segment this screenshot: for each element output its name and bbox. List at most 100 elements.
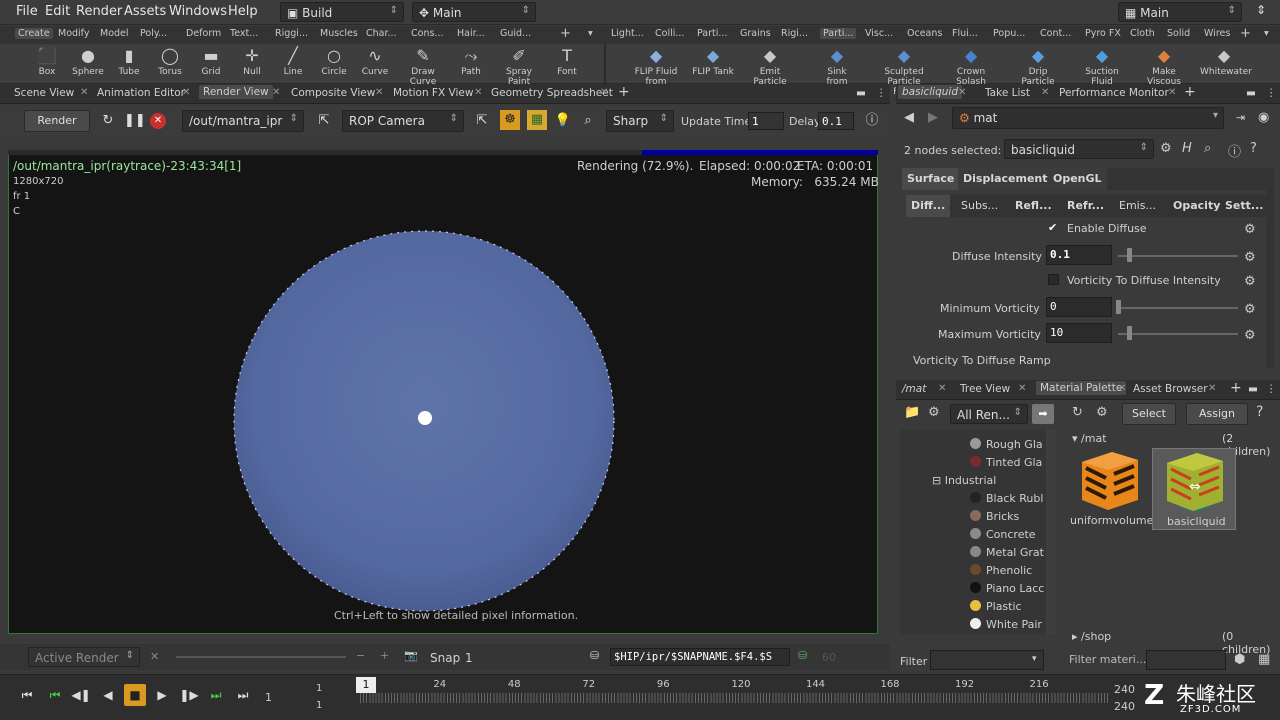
sharpness-dropdown[interactable]: Sharp ⇕ bbox=[606, 110, 674, 132]
shelf-tab[interactable]: Parti... bbox=[697, 28, 727, 39]
help-icon[interactable]: ? bbox=[1256, 404, 1263, 420]
output-driver-dropdown[interactable]: /out/mantra_ipr ⇕ bbox=[182, 110, 304, 132]
snap-save-icon[interactable]: ⛁ bbox=[798, 649, 807, 662]
tool-whitewater[interactable]: ◆ Whitewater bbox=[1200, 44, 1252, 77]
tab-opengl[interactable]: OpenGL bbox=[1048, 168, 1107, 190]
end-frame[interactable]: 240 bbox=[1114, 683, 1135, 696]
sidebar-toggle-icon[interactable]: ⇕ bbox=[1256, 3, 1266, 17]
shelf-tab[interactable]: Text... bbox=[230, 28, 258, 39]
close-icon[interactable]: ✕ bbox=[1041, 87, 1049, 98]
tab-settings[interactable]: Sett... bbox=[1220, 195, 1268, 217]
right-desktop-dropdown[interactable]: ▦ Main ⇕ bbox=[1118, 2, 1242, 22]
tab-subsurface[interactable]: Subs... bbox=[956, 195, 1003, 217]
shelf-tab[interactable]: Pyro FX bbox=[1085, 28, 1121, 39]
menu-render[interactable]: Render bbox=[76, 4, 122, 19]
tab-performance-monitor[interactable]: Performance Monitor bbox=[1059, 87, 1169, 99]
renderer-filter-dropdown[interactable]: All Ren... ⇕ bbox=[950, 404, 1028, 424]
add-tab-icon[interactable]: + bbox=[618, 84, 630, 100]
shelf-tab[interactable]: Flui... bbox=[952, 28, 978, 39]
slider-knob[interactable] bbox=[1127, 248, 1132, 262]
prev-key-icon[interactable]: ⏮ bbox=[44, 684, 66, 706]
folder-icon[interactable]: 📁 bbox=[904, 405, 920, 420]
slider-knob[interactable] bbox=[1116, 300, 1121, 314]
desktop-dropdown[interactable]: ▣ Build ⇕ bbox=[280, 2, 404, 22]
shelf-tab[interactable]: Deform bbox=[186, 28, 221, 39]
light-icon[interactable]: 💡 bbox=[553, 111, 573, 131]
vorticity-checkbox[interactable] bbox=[1048, 274, 1059, 285]
shelf-tab[interactable]: Char... bbox=[366, 28, 397, 39]
add-tab-icon[interactable]: + bbox=[1184, 84, 1196, 100]
shelf-tab[interactable]: Rigi... bbox=[781, 28, 808, 39]
add-shelf-icon[interactable]: + bbox=[1240, 26, 1251, 41]
tab-mat[interactable]: /mat bbox=[902, 383, 926, 395]
shelf-tab[interactable]: Riggi... bbox=[275, 28, 308, 39]
tab-tree-view[interactable]: Tree View bbox=[960, 383, 1010, 395]
min-vorticity-field[interactable]: 0 bbox=[1046, 297, 1112, 317]
shelf-tab[interactable]: Create bbox=[15, 28, 53, 39]
tool-line[interactable]: ╱ Line bbox=[270, 44, 316, 77]
region-toggle-icon[interactable]: ▦ bbox=[527, 110, 547, 130]
tab-scene-view[interactable]: Scene View bbox=[14, 87, 74, 99]
chevron-down-icon[interactable]: ▾ bbox=[1032, 654, 1037, 664]
next-key-icon[interactable]: ⏭ bbox=[205, 684, 227, 706]
collapse-icon[interactable]: ⊟ bbox=[932, 474, 945, 487]
add-shelf-icon[interactable]: + bbox=[560, 26, 571, 41]
refresh-icon[interactable]: ↻ bbox=[1072, 405, 1083, 420]
help-icon[interactable]: ⓘ bbox=[862, 111, 882, 131]
tool-font[interactable]: T Font bbox=[544, 44, 590, 77]
tab-geometry-spreadsheet[interactable]: Geometry Spreadsheet bbox=[491, 87, 613, 99]
pane-menu-icon[interactable]: ⋮ bbox=[876, 87, 887, 99]
pause-icon[interactable]: ❚❚ bbox=[124, 111, 146, 131]
tree-item[interactable]: Tinted Gla bbox=[970, 456, 1042, 469]
close-icon[interactable]: ✕ bbox=[1168, 87, 1176, 98]
max-vorticity-slider[interactable] bbox=[1118, 333, 1238, 335]
tool-circle[interactable]: ○ Circle bbox=[311, 44, 357, 77]
camera-dropdown[interactable]: ROP Camera ⇕ bbox=[342, 110, 464, 132]
tool-sphere[interactable]: ● Sphere bbox=[65, 44, 111, 77]
active-render-dropdown[interactable]: Active Render ⇕ bbox=[28, 647, 140, 667]
chevron-down-icon[interactable]: ▾ bbox=[588, 28, 593, 39]
max-vorticity-field[interactable]: 10 bbox=[1046, 323, 1112, 343]
shelf-tab[interactable]: Cons... bbox=[411, 28, 443, 39]
tab-reflect[interactable]: Refl... bbox=[1010, 195, 1057, 217]
close-icon[interactable]: ✕ bbox=[600, 87, 608, 98]
play-icon[interactable]: ▶ bbox=[151, 684, 173, 706]
snapshot-slider[interactable] bbox=[176, 656, 346, 658]
shelf-tab[interactable]: Poly... bbox=[140, 28, 167, 39]
tool-grid[interactable]: ▬ Grid bbox=[188, 44, 234, 77]
selection-dropdown[interactable]: basicliquid ⇕ bbox=[1004, 139, 1154, 159]
tab-take-list[interactable]: Take List bbox=[985, 87, 1030, 99]
tab-emission[interactable]: Emis... bbox=[1114, 195, 1161, 217]
step-forward-icon[interactable]: ❚▶ bbox=[178, 684, 200, 706]
close-icon[interactable]: ✕ bbox=[1018, 383, 1026, 394]
tab-motion-fx-view[interactable]: Motion FX View bbox=[393, 87, 473, 99]
shelf-tab[interactable]: Light... bbox=[611, 28, 644, 39]
tree-item[interactable]: Bricks bbox=[970, 510, 1019, 523]
save-icon[interactable]: ⛁ bbox=[590, 649, 599, 662]
shelf-tab[interactable]: Popu... bbox=[993, 28, 1025, 39]
menu-windows[interactable]: Windows bbox=[169, 4, 227, 19]
shelf-tab[interactable]: Wires bbox=[1204, 28, 1230, 39]
shelf-tab[interactable]: Cloth bbox=[1130, 28, 1155, 39]
tool-tube[interactable]: ▮ Tube bbox=[106, 44, 152, 77]
stop-icon[interactable]: ■ bbox=[124, 684, 146, 706]
menu-assets[interactable]: Assets bbox=[124, 4, 166, 19]
shelf-tab[interactable]: Hair... bbox=[457, 28, 485, 39]
close-icon[interactable]: ✕ bbox=[272, 87, 280, 98]
snap-path-field[interactable]: $HIP/ipr/$SNAPNAME.$F4.$S bbox=[610, 648, 790, 666]
stop-render-icon[interactable]: ✕ bbox=[150, 113, 166, 129]
assign-button[interactable]: Assign bbox=[1186, 403, 1248, 425]
tab-refract[interactable]: Refr... bbox=[1062, 195, 1109, 217]
gear-icon[interactable]: ⚙ bbox=[1244, 250, 1256, 265]
tab-diffuse[interactable]: Diff... bbox=[906, 195, 951, 217]
delay-field[interactable]: 0.1 bbox=[818, 112, 854, 130]
close-icon[interactable]: ✕ bbox=[1208, 383, 1216, 394]
diffuse-intensity-slider[interactable] bbox=[1118, 255, 1238, 257]
close-icon[interactable]: ✕ bbox=[474, 87, 482, 98]
pane-menu-icon[interactable]: ⋮ bbox=[1266, 383, 1277, 395]
diffuse-intensity-field[interactable]: 0.1 bbox=[1046, 245, 1112, 265]
shelf-tab[interactable]: Parti... bbox=[820, 28, 857, 39]
tree-item[interactable]: Black Rubl bbox=[970, 492, 1043, 505]
gear-icon[interactable]: ⚙ bbox=[1244, 328, 1256, 343]
start-frame[interactable]: 1 bbox=[316, 683, 322, 694]
